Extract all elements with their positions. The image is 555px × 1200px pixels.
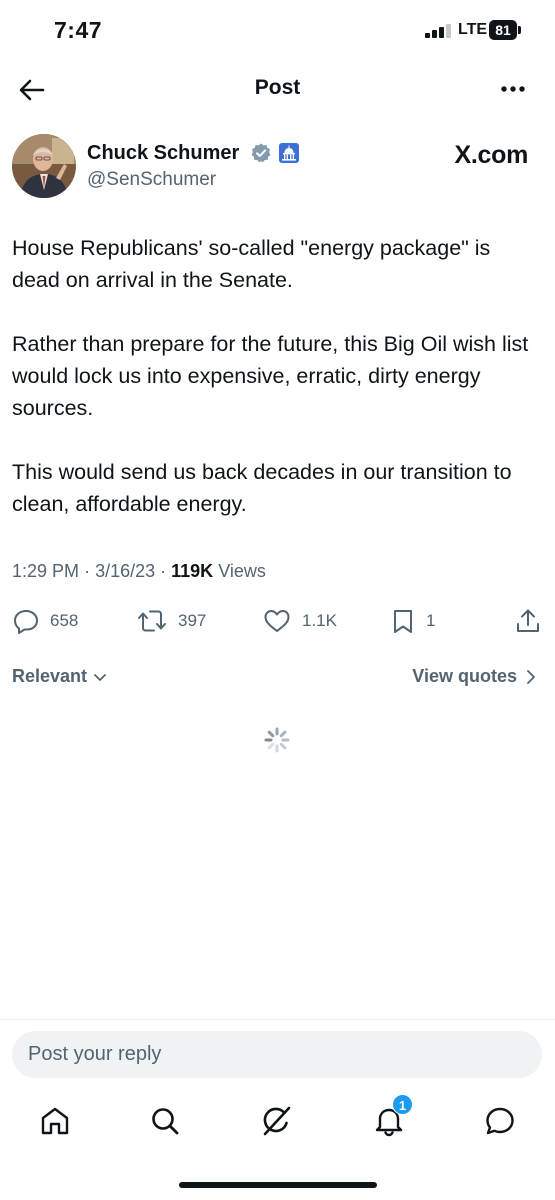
reply-input[interactable]: Post your reply (12, 1031, 542, 1078)
bookmark-count: 1 (426, 611, 436, 630)
bookmark-button[interactable]: 1 (390, 604, 435, 638)
share-icon (517, 609, 539, 632)
reply-icon (14, 610, 38, 634)
tweet-paragraph: This would send us back decades in our t… (12, 460, 512, 516)
like-count: 1.1K (302, 611, 337, 630)
page-title: Post (254, 76, 301, 99)
loading-spinner-icon (263, 726, 291, 754)
grok-icon (263, 1106, 291, 1136)
battery-icon: 81 (489, 20, 521, 40)
bottom-tab-bar: 1 (0, 1090, 555, 1160)
signal-strength-icon (425, 24, 453, 38)
like-icon (264, 610, 290, 632)
tweet-paragraph: Rather than prepare for the future, this… (12, 332, 529, 420)
tweet-meta: 1:29 PM · 3/16/23 · 119K Views (12, 561, 266, 581)
home-indicator (179, 1182, 377, 1188)
author-handle[interactable]: @SenSchumer (87, 169, 216, 191)
government-label-icon (279, 143, 300, 163)
views-count: 119K (171, 561, 214, 581)
views-label: Views (218, 561, 266, 581)
tab-home[interactable] (38, 1104, 72, 1138)
repost-button[interactable]: 397 (136, 604, 206, 638)
view-quotes-label: View quotes (412, 666, 517, 686)
tweet-actions: 658 397 1.1K 1 (12, 604, 543, 638)
tweet-text: House Republicans' so-called "energy pac… (12, 232, 540, 552)
repost-count: 397 (178, 611, 207, 630)
verified-badge-icon (251, 143, 271, 163)
view-quotes-link[interactable]: View quotes (412, 666, 537, 687)
bookmark-icon (394, 610, 412, 633)
network-type: LTE (458, 21, 488, 38)
tweet-paragraph: House Republicans' so-called "energy pac… (12, 236, 491, 292)
reply-count: 658 (50, 611, 79, 630)
source-watermark: X.com (454, 141, 528, 169)
chevron-right-icon (527, 669, 535, 684)
status-time: 7:47 (54, 17, 103, 43)
divider (0, 1019, 555, 1020)
author-badges (250, 142, 300, 164)
tweet-time[interactable]: 1:29 PM (12, 561, 79, 581)
reply-sort-dropdown[interactable]: Relevant (12, 666, 107, 687)
more-button[interactable] (499, 76, 529, 100)
more-icon (501, 86, 525, 92)
messages-icon (486, 1107, 514, 1135)
share-button[interactable] (514, 604, 542, 638)
tweet-author: Chuck Schumer @SenSchumer X.com (12, 132, 543, 202)
battery-level: 81 (489, 20, 517, 40)
author-name[interactable]: Chuck Schumer (87, 142, 239, 165)
tab-notifications[interactable]: 1 (372, 1094, 413, 1138)
tab-grok[interactable] (260, 1104, 294, 1138)
status-bar: 7:47 LTE 81 (0, 0, 555, 62)
reply-button[interactable]: 658 (12, 604, 78, 638)
like-button[interactable]: 1.1K (262, 604, 337, 638)
repost-icon (138, 610, 166, 632)
notification-badge: 1 (392, 1094, 413, 1115)
tweet-date[interactable]: 3/16/23 (95, 561, 155, 581)
replies-bar: Relevant View quotes (12, 664, 543, 692)
tab-messages[interactable] (483, 1104, 517, 1138)
reply-sort-label: Relevant (12, 666, 88, 686)
nav-bar: Post (0, 62, 555, 118)
chevron-down-icon (94, 673, 106, 681)
search-icon (152, 1108, 179, 1135)
home-icon (41, 1107, 69, 1135)
tab-search[interactable] (148, 1104, 182, 1138)
avatar[interactable] (12, 134, 76, 198)
